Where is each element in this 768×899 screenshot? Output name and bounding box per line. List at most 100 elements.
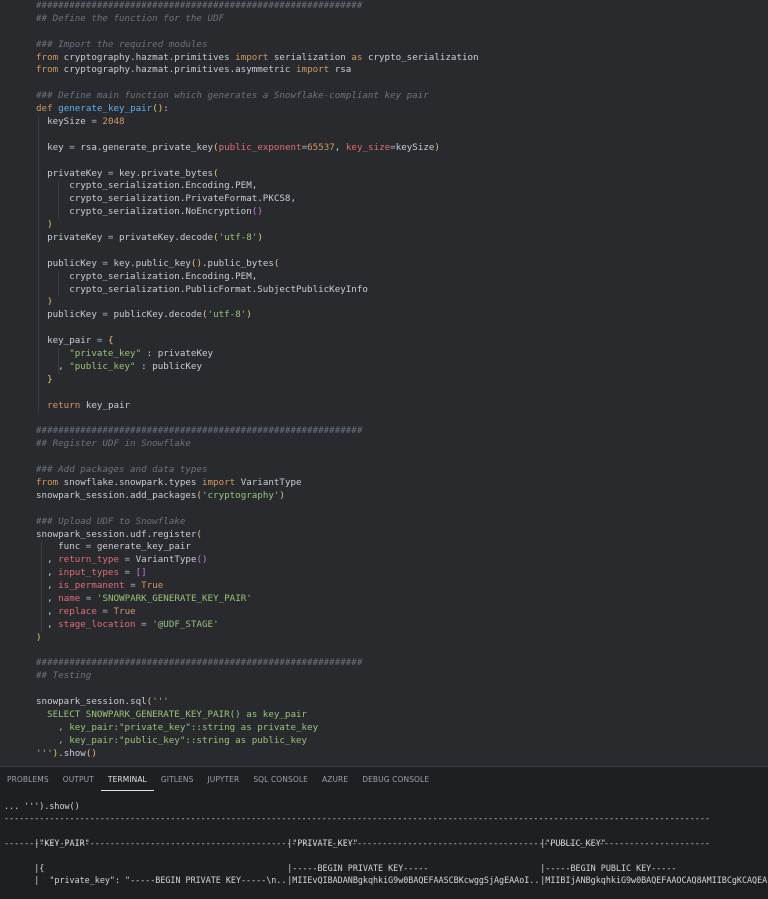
code-token: import (235, 51, 269, 63)
code-line[interactable] (36, 322, 764, 335)
code-line[interactable]: publicKey = publicKey.decode('utf-8') (36, 309, 764, 322)
code-line[interactable]: , stage_location = '@UDF_STAGE' (36, 619, 764, 632)
tab-azure[interactable]: AZURE (315, 771, 355, 791)
code-editor[interactable]: ########################################… (0, 0, 768, 766)
code-line[interactable]: SELECT SNOWPARK_GENERATE_KEY_PAIR() as k… (36, 709, 764, 722)
code-line[interactable]: , key_pair:"public_key"::string as publi… (36, 735, 764, 748)
code-token: () (152, 103, 164, 115)
code-token: from (36, 51, 59, 63)
tab-jupyter[interactable]: JUPYTER (200, 771, 246, 791)
code-line[interactable]: ) (36, 219, 764, 232)
code-line[interactable]: ## Define the function for the UDF (36, 13, 764, 26)
tab-debug-console[interactable]: DEBUG CONSOLE (355, 771, 436, 791)
code-line[interactable]: crypto_serialization.PublicFormat.Subjec… (36, 284, 764, 297)
code-line[interactable]: return key_pair (36, 400, 764, 413)
code-lines[interactable]: ########################################… (36, 0, 764, 761)
code-line[interactable]: keySize = 2048 (36, 116, 764, 129)
code-token: , (36, 360, 70, 372)
code-line[interactable]: ### Define main function which generates… (36, 90, 764, 103)
code-token: privateKey (36, 167, 108, 179)
code-line[interactable]: , input_types = [] (36, 567, 764, 580)
code-token: () (251, 206, 263, 218)
code-token: crypto_serialization.Encoding.PEM, (36, 270, 258, 282)
code-token: "public_key" (69, 360, 136, 372)
code-line[interactable]: ########################################… (36, 425, 764, 438)
code-line[interactable]: ########################################… (36, 0, 764, 13)
code-line[interactable] (36, 155, 764, 168)
code-line[interactable]: ## Testing (36, 670, 764, 683)
code-line[interactable]: snowpark_session.sql(''' (36, 696, 764, 709)
code-token: True (141, 580, 164, 592)
code-token: as (351, 51, 363, 63)
code-line[interactable]: crypto_serialization.Encoding.PEM, (36, 271, 764, 284)
code-line[interactable]: , "public_key" : publicKey (36, 361, 764, 374)
code-line[interactable]: , return_type = VariantType() (36, 554, 764, 567)
code-line[interactable] (36, 245, 764, 258)
code-line[interactable] (36, 413, 764, 426)
code-line[interactable]: from snowflake.snowpark.types import Var… (36, 477, 764, 490)
tab-problems[interactable]: PROBLEMS (0, 771, 56, 791)
code-token: keySize (36, 116, 92, 128)
code-line[interactable]: ### Upload UDF to Snowflake (36, 516, 764, 529)
code-line[interactable] (36, 387, 764, 400)
code-token: rsa.generate_private_key (74, 141, 214, 153)
code-token: cryptography.hazmat.primitives (58, 51, 236, 63)
code-line[interactable]: crypto_serialization.NoEncryption() (36, 206, 764, 219)
code-token: "private_key" (69, 348, 142, 360)
code-line[interactable]: ### Import the required modules (36, 39, 764, 52)
code-line[interactable]: , is_permanent = True (36, 580, 764, 593)
code-line[interactable]: crypto_serialization.PrivateFormat.PKCS8… (36, 193, 764, 206)
code-line[interactable]: ### Add packages and data types (36, 464, 764, 477)
terminal-output[interactable]: ... ''').show() ------------------------… (4, 800, 768, 885)
code-token: ### Upload UDF to Snowflake (36, 515, 186, 527)
terminal-prompt-line: ... ''').show() (4, 801, 80, 811)
code-line[interactable]: crypto_serialization.Encoding.PEM, (36, 180, 764, 193)
code-line[interactable]: snowpark_session.add_packages('cryptogra… (36, 490, 764, 503)
code-line[interactable]: from cryptography.hazmat.primitives.asym… (36, 64, 764, 77)
code-line[interactable]: ) (36, 296, 764, 309)
code-line[interactable]: ## Register UDF in Snowflake (36, 438, 764, 451)
code-token: ( (213, 167, 219, 179)
code-line[interactable]: from cryptography.hazmat.primitives impo… (36, 52, 764, 65)
code-token: key.public_key (107, 257, 191, 269)
code-token: import (296, 64, 330, 76)
code-line[interactable]: def generate_key_pair(): (36, 103, 764, 116)
code-line[interactable] (36, 503, 764, 516)
tab-gitlens[interactable]: GITLENS (154, 771, 201, 791)
code-line[interactable] (36, 129, 764, 142)
code-line[interactable]: } (36, 374, 764, 387)
code-line[interactable] (36, 451, 764, 464)
code-line[interactable]: privateKey = privateKey.decode('utf-8') (36, 232, 764, 245)
code-token: ) (257, 232, 263, 244)
code-line[interactable] (36, 26, 764, 39)
code-token: import (201, 476, 236, 488)
code-token: return_type (58, 554, 119, 566)
table-divider: ----------------------------------------… (4, 813, 710, 824)
code-line[interactable]: ########################################… (36, 657, 764, 670)
code-line[interactable]: , key_pair:"private_key"::string as priv… (36, 722, 764, 735)
code-line[interactable]: ''').show() (36, 748, 764, 761)
code-token: return (47, 399, 81, 411)
code-line[interactable] (36, 77, 764, 90)
code-line[interactable]: key_pair = { (36, 335, 764, 348)
code-line[interactable]: , name = 'SNOWPARK_GENERATE_KEY_PAIR' (36, 593, 764, 606)
code-line[interactable]: func = generate_key_pair (36, 541, 764, 554)
code-line[interactable]: snowpark_session.udf.register( (36, 529, 764, 542)
code-line[interactable] (36, 683, 764, 696)
code-line[interactable]: publicKey = key.public_key().public_byte… (36, 258, 764, 271)
code-line[interactable]: key = rsa.generate_private_key(public_ex… (36, 142, 764, 155)
code-token: ### Define main function which generates… (36, 90, 429, 102)
code-line[interactable]: privateKey = key.private_bytes( (36, 168, 764, 181)
code-line[interactable]: , replace = True (36, 606, 764, 619)
code-token: publicKey.decode (107, 309, 202, 321)
code-line[interactable] (36, 645, 764, 658)
tab-sql-console[interactable]: SQL CONSOLE (246, 771, 315, 791)
tab-output[interactable]: OUTPUT (56, 771, 101, 791)
code-line[interactable]: ) (36, 632, 764, 645)
code-token: , (36, 618, 59, 630)
code-line[interactable]: "private_key" : privateKey (36, 348, 764, 361)
code-token: name (58, 592, 81, 604)
tab-terminal[interactable]: TERMINAL (100, 771, 154, 791)
code-token: { (107, 335, 114, 347)
